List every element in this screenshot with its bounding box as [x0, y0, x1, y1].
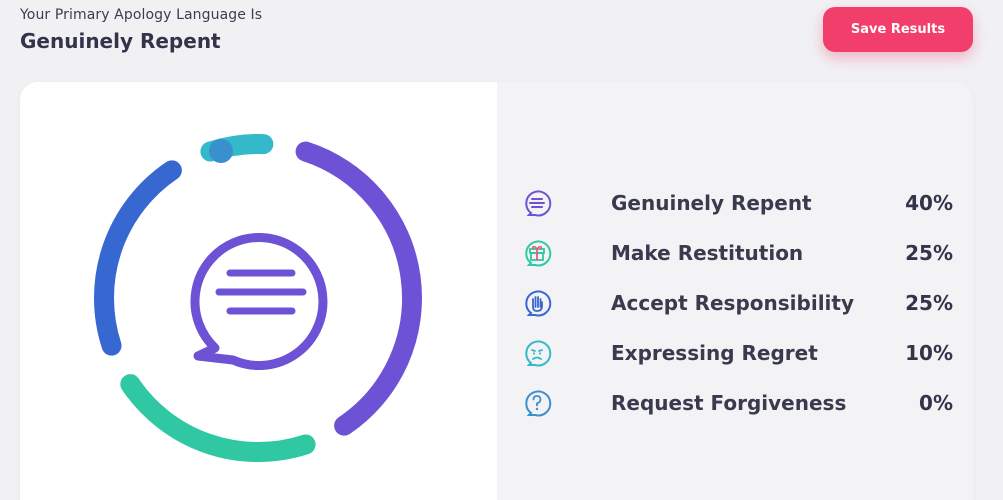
question-icon — [525, 390, 552, 417]
results-card: Genuinely Repent 40% Make Restitution 25… — [20, 82, 973, 500]
result-value: 25% — [905, 291, 953, 315]
ring-segment-make-restitution — [120, 374, 316, 462]
sad-face-icon — [525, 340, 552, 367]
results-page: Your Primary Apology Language Is Genuine… — [0, 0, 1003, 500]
result-label: Accept Responsibility — [611, 291, 854, 315]
result-label: Make Restitution — [611, 241, 804, 265]
list-item: Expressing Regret 10% — [521, 335, 953, 371]
ring-dot — [209, 139, 233, 163]
list-item: Accept Responsibility 25% — [521, 285, 953, 321]
result-value: 40% — [905, 191, 953, 215]
result-label: Request Forgiveness — [611, 391, 847, 415]
result-value: 25% — [905, 241, 953, 265]
result-value: 0% — [919, 391, 953, 415]
result-label: Genuinely Repent — [611, 191, 812, 215]
save-results-button[interactable]: Save Results — [823, 7, 973, 52]
results-ring-chart — [94, 134, 422, 462]
raised-hand-icon — [525, 290, 552, 317]
primary-language-eyebrow: Your Primary Apology Language Is — [20, 7, 263, 23]
primary-language-title: Genuinely Repent — [20, 29, 221, 53]
results-list: Genuinely Repent 40% Make Restitution 25… — [497, 82, 973, 500]
ring-segment-accept-responsibility — [94, 160, 182, 356]
list-item: Make Restitution 25% — [521, 235, 953, 271]
speech-bubble-icon — [190, 233, 328, 371]
list-item: Genuinely Repent 40% — [521, 185, 953, 221]
chart-panel — [20, 82, 497, 500]
result-label: Expressing Regret — [611, 341, 818, 365]
gift-icon — [525, 240, 552, 267]
speech-bubble-icon — [525, 190, 552, 217]
result-value: 10% — [905, 341, 953, 365]
list-item: Request Forgiveness 0% — [521, 385, 953, 421]
